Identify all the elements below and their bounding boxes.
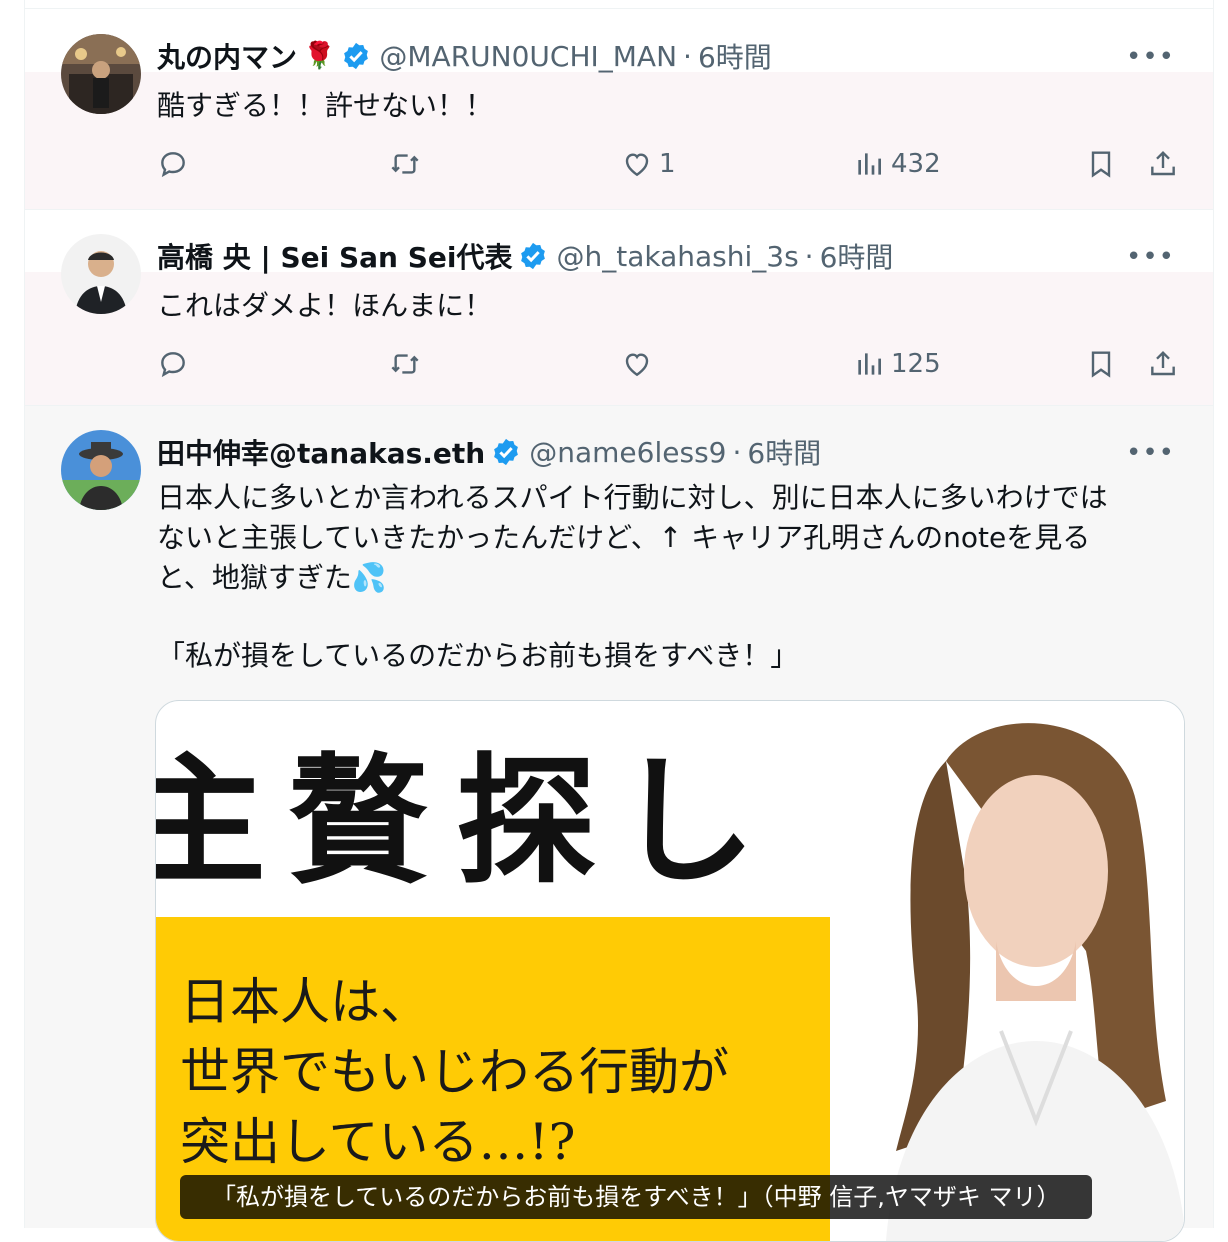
reply-icon bbox=[161, 152, 185, 178]
tweet-header: 田中伸幸@tanakas.eth @name6less9 · 6時間 bbox=[157, 432, 1173, 472]
retweet-button[interactable] bbox=[389, 344, 421, 384]
view-count: 125 bbox=[891, 349, 941, 379]
more-options-icon[interactable]: ••• bbox=[1126, 438, 1175, 468]
headline-char: し bbox=[616, 740, 757, 904]
retweet-icon bbox=[391, 154, 419, 174]
bookmark-button[interactable] bbox=[1085, 344, 1117, 384]
action-bar: 1 432 bbox=[157, 144, 1175, 184]
tweet-quote-line: 「私が損をしているのだからお前も損をすべき！」 bbox=[157, 639, 799, 672]
media-image[interactable]: 主 贅 探 し 日本人は、 世界でもいじわる行動が 突出している…!? 「私が損… bbox=[155, 700, 1185, 1242]
display-name[interactable]: 田中伸幸@tanakas.eth bbox=[157, 432, 485, 472]
timeline-column: 丸の内マン 🌹 @MARUN0UCHI_MAN · 6時間 ••• 酷すぎる！！… bbox=[24, 0, 1214, 1242]
image-caption: 「私が損をしているのだからお前も損をすべき！」（中野 信子,ヤマザキ マリ） bbox=[180, 1175, 1093, 1219]
banner-line: 日本人は、 bbox=[180, 973, 430, 1031]
headline-char: 探 bbox=[456, 740, 597, 904]
views-icon bbox=[858, 153, 881, 175]
verified-badge-icon bbox=[518, 241, 548, 271]
tweet-header: 高橋 央 | Sei San Sei代表 @h_takahashi_3s · 6… bbox=[157, 236, 1173, 276]
tweet-text: これはダメよ！ほんまに！ bbox=[157, 289, 493, 322]
view-count: 432 bbox=[891, 149, 941, 179]
tweet[interactable]: 高橋 央 | Sei San Sei代表 @h_takahashi_3s · 6… bbox=[25, 210, 1213, 406]
timestamp[interactable]: 6時間 bbox=[820, 236, 894, 276]
reply-button[interactable] bbox=[157, 144, 189, 184]
heart-icon bbox=[625, 153, 649, 177]
timestamp[interactable]: 6時間 bbox=[698, 36, 772, 76]
headline-char: 贅 bbox=[288, 740, 429, 904]
tweet-header: 丸の内マン 🌹 @MARUN0UCHI_MAN · 6時間 bbox=[157, 36, 1173, 76]
verified-badge-icon bbox=[491, 437, 521, 467]
divider bbox=[25, 8, 1213, 9]
share-button[interactable] bbox=[1147, 144, 1179, 184]
avatar[interactable] bbox=[61, 34, 141, 114]
heart-icon bbox=[625, 353, 649, 377]
display-name[interactable]: 高橋 央 | Sei San Sei代表 bbox=[157, 236, 512, 276]
views-icon bbox=[858, 353, 881, 375]
reply-button[interactable] bbox=[157, 344, 189, 384]
like-count: 1 bbox=[659, 149, 676, 179]
bookmark-button[interactable] bbox=[1085, 144, 1117, 184]
tweet[interactable]: 丸の内マン 🌹 @MARUN0UCHI_MAN · 6時間 ••• 酷すぎる！！… bbox=[25, 10, 1213, 210]
tweet-text-line: 日本人に多いとか言われるスパイト行動に対し、別に日本人に多いわけでは bbox=[157, 481, 1108, 514]
user-handle[interactable]: @name6less9 bbox=[529, 436, 726, 469]
user-handle[interactable]: @h_takahashi_3s bbox=[556, 240, 798, 273]
banner-line: 突出している…!? bbox=[180, 1113, 576, 1171]
avatar[interactable] bbox=[61, 234, 141, 314]
separator-dot: · bbox=[683, 39, 692, 73]
bookmark-icon bbox=[1091, 151, 1111, 178]
banner-line: 世界でもいじわる行動が bbox=[180, 1043, 729, 1101]
headline-char: 主 bbox=[156, 747, 266, 897]
action-bar: 125 bbox=[157, 344, 1175, 384]
like-button[interactable] bbox=[621, 344, 653, 384]
tweet[interactable]: 田中伸幸@tanakas.eth @name6less9 · 6時間 ••• 日… bbox=[25, 406, 1213, 1242]
views-button[interactable]: 432 bbox=[853, 144, 941, 184]
separator-dot: · bbox=[732, 435, 742, 469]
more-options-icon[interactable]: ••• bbox=[1126, 242, 1175, 272]
separator-dot: · bbox=[804, 239, 814, 273]
bookmark-icon bbox=[1091, 351, 1111, 378]
retweet-button[interactable] bbox=[389, 144, 421, 184]
tweet-text: 酷すぎる！！許せない！！ bbox=[157, 89, 494, 122]
share-icon bbox=[1151, 150, 1175, 176]
like-button[interactable]: 1 bbox=[621, 144, 676, 184]
tweet-text: 日本人に多いとか言われるスパイト行動に対し、別に日本人に多いわけでは ないと主張… bbox=[157, 478, 1173, 676]
banner-text: 日本人は、 世界でもいじわる行動が 突出している…!? bbox=[180, 967, 729, 1177]
timestamp[interactable]: 6時間 bbox=[747, 432, 821, 472]
display-name[interactable]: 丸の内マン bbox=[157, 36, 297, 76]
tweet-text-line: と、地獄すぎた💦 bbox=[157, 561, 387, 594]
retweet-icon bbox=[391, 354, 419, 374]
share-icon bbox=[1151, 350, 1175, 376]
share-button[interactable] bbox=[1147, 344, 1179, 384]
reply-icon bbox=[161, 352, 185, 378]
verified-badge-icon bbox=[341, 41, 371, 71]
user-handle[interactable]: @MARUN0UCHI_MAN bbox=[379, 40, 677, 73]
woman-photo bbox=[796, 701, 1184, 1241]
tweet-text-line: ないと主張していきたかったんだけど、↑ キャリア孔明さんのnoteを見る bbox=[157, 521, 1091, 554]
more-options-icon[interactable]: ••• bbox=[1126, 42, 1175, 72]
rose-emoji: 🌹 bbox=[303, 41, 336, 71]
avatar[interactable] bbox=[61, 430, 141, 510]
views-button[interactable]: 125 bbox=[853, 344, 941, 384]
